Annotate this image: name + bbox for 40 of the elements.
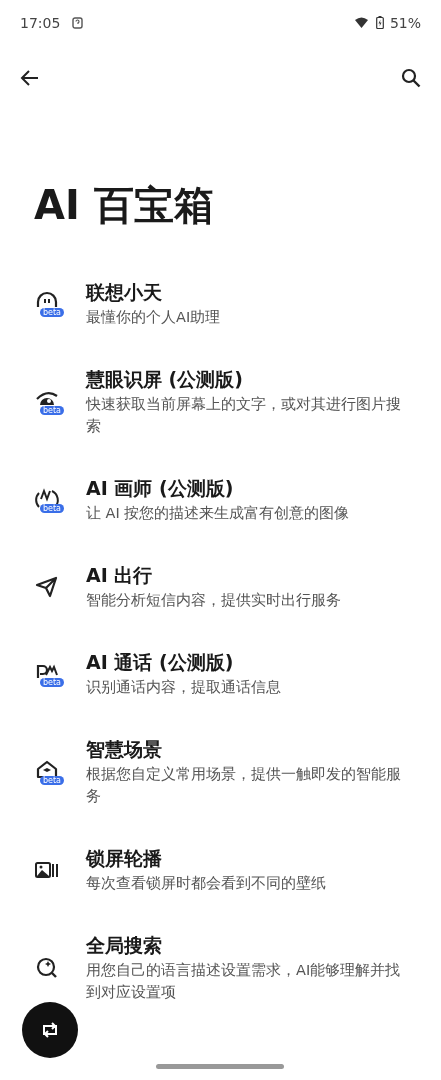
beta-badge: beta [39,677,64,687]
beta-badge: beta [39,503,64,513]
item-title: 慧眼识屏 (公测版) [86,367,244,392]
item-title: AI 通话 (公测版) [86,650,235,675]
search-icon [401,68,421,88]
item-title: 智慧场景 [86,737,163,762]
feature-item[interactable]: beta AI 通话 (公测版) 识别通话内容，提取通话信息 [0,631,441,718]
battery-icon [375,16,384,29]
item-description: 智能分析短信内容，提供实时出行服务 [86,591,342,610]
feature-item[interactable]: beta 慧眼识屏 (公测版) 快速获取当前屏幕上的文字，或对其进行图片搜索 [0,348,441,457]
switch-button[interactable] [22,1002,78,1058]
beta-badge: beta [39,405,64,415]
feature-item[interactable]: AI 出行 智能分析短信内容，提供实时出行服务 [0,544,441,631]
beta-badge: beta [39,775,64,785]
feature-item[interactable]: beta 智慧场景 根据您自定义常用场景，提供一触即发的智能服务 [0,718,441,827]
paper-plane-icon [34,574,60,599]
page-title: AI 百宝箱 [34,181,215,230]
battery-percentage: 51% [389,14,421,31]
item-title: 锁屏轮播 [86,846,163,871]
back-arrow-icon [20,68,40,88]
feature-item[interactable]: beta AI 画师 (公测版) 让 AI 按您的描述来生成富有创意的图像 [0,457,441,544]
repeat-icon [40,1021,60,1039]
item-description: 根据您自定义常用场景，提供一触即发的智能服务 [86,765,402,806]
feature-item[interactable]: 锁屏轮播 每次查看锁屏时都会看到不同的壁纸 [0,827,441,914]
item-title: AI 出行 [86,563,154,588]
item-description: 每次查看锁屏时都会看到不同的壁纸 [86,874,327,893]
beta-badge: beta [39,307,64,317]
item-title: AI 画师 (公测版) [86,476,235,501]
feature-item[interactable]: beta 联想小天 最懂你的个人AI助理 [0,261,441,348]
item-description: 让 AI 按您的描述来生成富有创意的图像 [86,504,351,523]
item-description: 识别通话内容，提取通话信息 [86,678,282,697]
item-title: 全局搜索 [86,933,163,958]
wifi-icon [354,16,370,29]
item-description: 快速获取当前屏幕上的文字，或对其进行图片搜索 [86,395,402,436]
feature-item[interactable]: 全局搜索 用您自己的语言描述设置需求，AI能够理解并找到对应设置项 [0,914,441,1023]
item-title: 联想小天 [86,280,163,305]
item-description: 用您自己的语言描述设置需求，AI能够理解并找到对应设置项 [86,961,402,1002]
item-description: 最懂你的个人AI助理 [86,308,222,327]
notification-icon [72,16,84,29]
status-time: 17:05 [20,14,61,31]
